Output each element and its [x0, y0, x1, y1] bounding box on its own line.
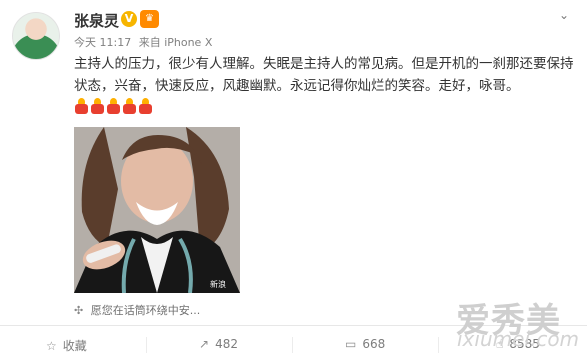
- location-link[interactable]: ✣ 愿您在话筒环绕中安...: [74, 302, 200, 318]
- action-separator: [438, 337, 439, 353]
- location-text: 愿您在话筒环绕中安...: [90, 304, 201, 317]
- chevron-down-icon[interactable]: ⌄: [559, 8, 569, 22]
- candle-icon: [74, 98, 89, 114]
- repost-count: 482: [215, 337, 238, 351]
- post-source[interactable]: 来自 iPhone X: [139, 36, 213, 49]
- candle-icon: [138, 98, 153, 114]
- repost-icon: ↗: [199, 337, 210, 351]
- candle-icon: [90, 98, 105, 114]
- favorite-label: 收藏: [62, 339, 87, 353]
- location-icon: ✣: [74, 304, 84, 317]
- action-separator: [292, 337, 293, 353]
- portrait-photo: 新浪: [74, 127, 240, 293]
- repost-button[interactable]: ↗ 482: [199, 337, 238, 353]
- avatar[interactable]: [12, 12, 60, 60]
- star-icon: ☆: [46, 339, 57, 353]
- comment-count: 668: [362, 337, 386, 351]
- watermark-url: ixiumei.com: [457, 327, 580, 351]
- action-separator: [146, 337, 147, 353]
- candle-icon: [122, 98, 137, 114]
- post-meta: 今天 11:17 来自 iPhone X: [74, 34, 212, 50]
- candle-emoji-row: [74, 98, 154, 118]
- post-text: 主持人的压力，很少有人理解。失眠是主持人的常见病。但是开机的一刹那还要保持状态，…: [74, 56, 574, 94]
- favorite-button[interactable]: ☆ 收藏: [46, 337, 87, 353]
- post-time[interactable]: 今天 11:17: [74, 36, 131, 49]
- username[interactable]: 张泉灵: [74, 10, 119, 31]
- photo-watermark: 新浪: [210, 279, 226, 289]
- post-photo[interactable]: 新浪: [74, 127, 240, 293]
- verified-icon: V: [121, 11, 137, 27]
- member-badge-icon[interactable]: ♛: [140, 10, 159, 28]
- comment-icon: ▭: [345, 337, 357, 351]
- candle-icon: [106, 98, 121, 114]
- comment-button[interactable]: ▭ 668: [345, 337, 385, 353]
